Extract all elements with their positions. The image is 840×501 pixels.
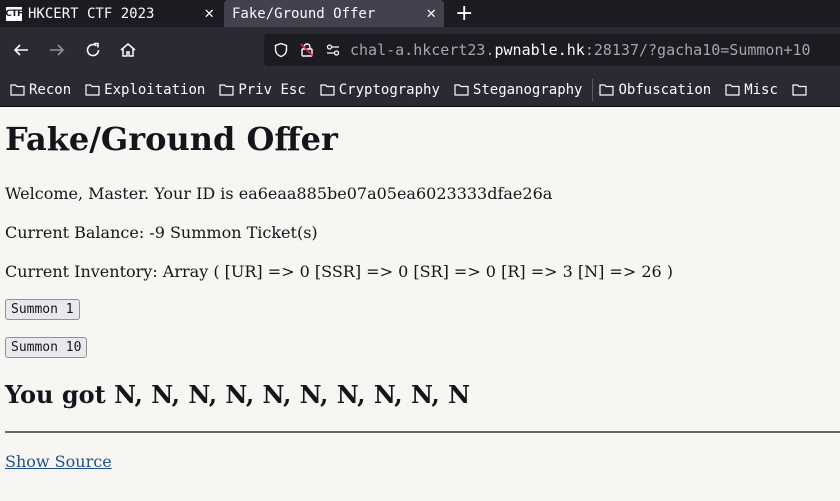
shield-icon[interactable] <box>272 41 290 59</box>
bookmark-folder-misc[interactable]: Misc <box>725 82 778 98</box>
bookmark-label: Misc <box>744 81 778 98</box>
reload-icon[interactable] <box>81 38 105 62</box>
bookmark-folder-steganography[interactable]: Steganography <box>454 81 583 98</box>
tab-bar: CTF HKCERT CTF 2023 ✕ Fake/Ground Offer … <box>0 0 840 27</box>
new-tab-plus-icon[interactable]: + <box>455 1 473 26</box>
folder-icon <box>219 84 234 96</box>
tab-hkcert-ctf[interactable]: CTF HKCERT CTF 2023 ✕ <box>0 0 222 27</box>
tab-fake-ground-offer[interactable]: Fake/Ground Offer ✕ <box>224 0 444 27</box>
permissions-icon[interactable] <box>324 41 342 59</box>
folder-icon <box>792 84 807 96</box>
bookmark-folder-overflow[interactable] <box>792 83 811 96</box>
home-icon[interactable] <box>116 38 140 62</box>
bookmark-folder-recon[interactable]: Recon <box>10 82 71 98</box>
bookmark-folder-priv-esc[interactable]: Priv Esc <box>219 81 306 98</box>
url-domain: pwnable.hk <box>494 41 585 59</box>
folder-icon <box>599 84 615 96</box>
ctf-favicon-icon: CTF <box>5 6 23 21</box>
url-suffix: :28137/?gacha10=Summon+10 <box>584 41 811 59</box>
bookmark-label: Steganography <box>472 81 583 98</box>
bookmark-label: Priv Esc <box>238 81 306 98</box>
url-prefix: chal-a.hkcert23. <box>350 41 495 59</box>
folder-icon <box>725 84 740 96</box>
insecure-lock-icon[interactable] <box>298 41 316 59</box>
folder-icon <box>10 84 25 96</box>
bookmark-label: Recon <box>29 81 72 98</box>
page-content: Fake/Ground Offer Welcome, Master. Your … <box>0 121 840 472</box>
page-title: Fake/Ground Offer <box>5 120 338 158</box>
bookmarks-bar: Recon Exploitation Priv Esc Cryptography… <box>0 73 840 107</box>
bookmark-folder-exploitation[interactable]: Exploitation <box>85 82 205 98</box>
welcome-text: Welcome, Master. Your ID is ea6eaa885be0… <box>5 184 553 203</box>
back-arrow-icon[interactable] <box>9 38 33 62</box>
folder-icon <box>454 84 469 96</box>
bookmark-label: Obfuscation <box>618 81 712 98</box>
bookmark-label: Cryptography <box>338 81 440 98</box>
show-source-link[interactable]: Show Source <box>5 452 112 472</box>
summon-result-heading: You got N, N, N, N, N, N, N, N, N, N <box>5 380 471 409</box>
close-icon[interactable]: ✕ <box>426 3 436 22</box>
inventory-text: Current Inventory: Array ( [UR] => 0 [SS… <box>5 262 674 281</box>
bookmark-folder-cryptography[interactable]: Cryptography <box>320 82 440 98</box>
bookmarks-separator <box>592 78 594 101</box>
close-icon[interactable]: ✕ <box>204 3 214 22</box>
folder-icon <box>85 84 100 96</box>
summon-10-button[interactable]: Summon 10 <box>5 337 88 358</box>
url-text[interactable]: chal-a.hkcert23.pwnable.hk:28137/?gacha1… <box>350 41 811 59</box>
forward-arrow-icon[interactable] <box>45 38 69 62</box>
balance-text: Current Balance: -9 Summon Ticket(s) <box>5 223 318 242</box>
summon-1-button[interactable]: Summon 1 <box>5 299 80 320</box>
bookmark-label: Exploitation <box>104 81 206 98</box>
folder-icon <box>320 84 335 96</box>
divider <box>5 431 840 433</box>
bookmark-folder-obfuscation[interactable]: Obfuscation <box>599 82 711 98</box>
tab-title: Fake/Ground Offer <box>232 5 376 22</box>
url-bar[interactable]: chal-a.hkcert23.pwnable.hk:28137/?gacha1… <box>264 34 840 66</box>
nav-bar: chal-a.hkcert23.pwnable.hk:28137/?gacha1… <box>0 27 840 73</box>
tab-title: HKCERT CTF 2023 <box>28 5 155 22</box>
